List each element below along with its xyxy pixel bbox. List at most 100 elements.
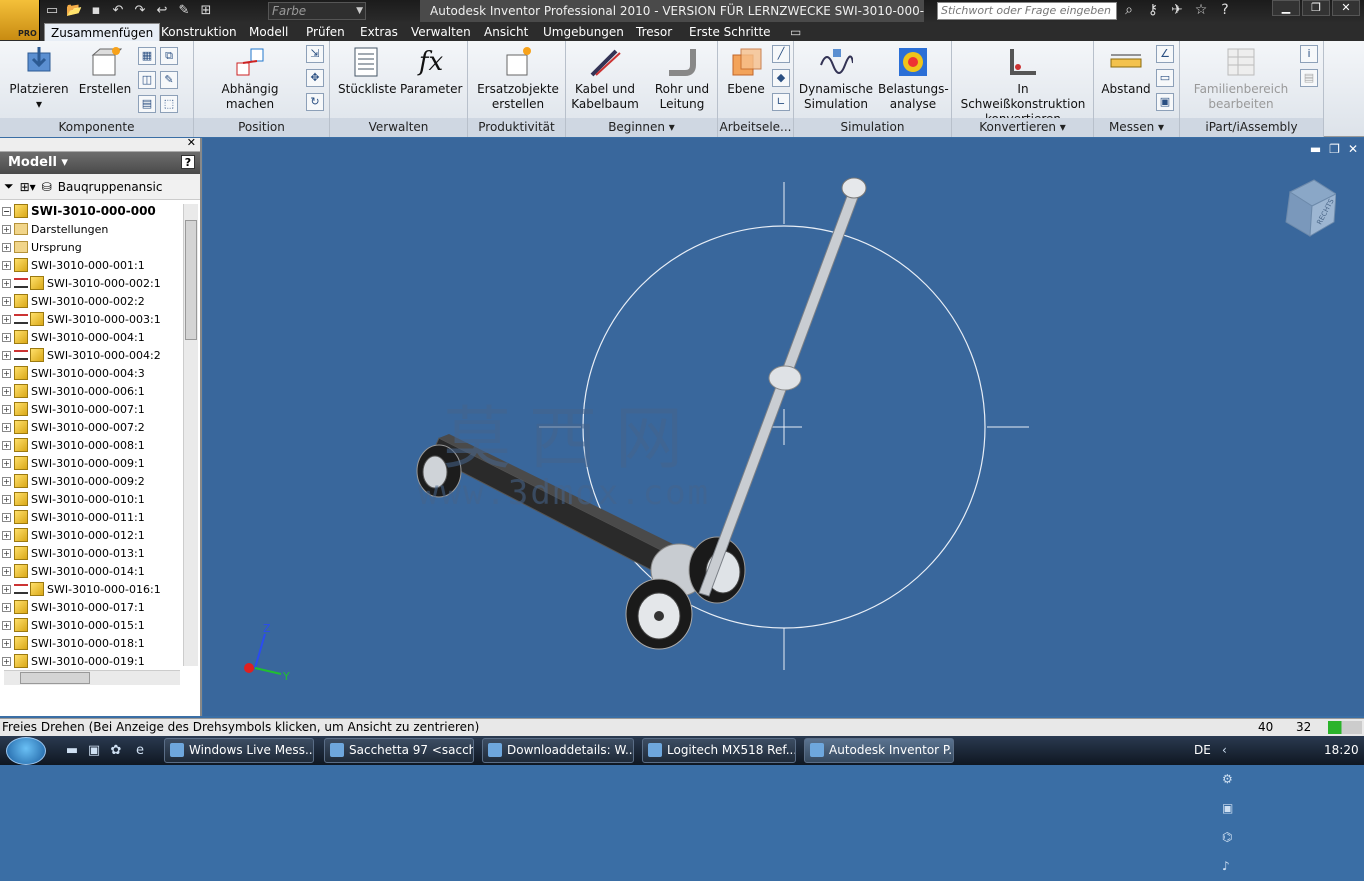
star-icon[interactable]: ☆ xyxy=(1192,2,1210,18)
tree-vertical-scrollbar[interactable] xyxy=(183,204,198,666)
work-point-icon[interactable]: ◆ xyxy=(772,69,790,87)
tree-item[interactable]: + SWI-3010-000-004:3 xyxy=(2,364,182,382)
scroll-thumb[interactable] xyxy=(20,672,90,684)
expand-icon[interactable]: + xyxy=(2,404,11,414)
media-icon[interactable]: ✿ xyxy=(108,743,124,759)
measure-area-icon[interactable]: ▣ xyxy=(1156,93,1174,111)
minimize-icon[interactable]: ▁ xyxy=(1272,0,1300,16)
binoculars-icon[interactable]: ⌕ xyxy=(1120,2,1138,18)
expand-icon[interactable]: + xyxy=(2,476,11,486)
new-file-icon[interactable]: ▭ xyxy=(44,3,60,19)
tab-ansicht[interactable]: Ansicht xyxy=(478,23,534,41)
stueckliste-button[interactable]: Stückliste xyxy=(338,45,396,97)
tree-item[interactable]: + SWI-3010-000-019:1 xyxy=(2,652,182,670)
ipart-create-icon[interactable]: i xyxy=(1300,45,1318,63)
tree-item[interactable]: + SWI-3010-000-018:1 xyxy=(2,634,182,652)
help-search-input[interactable]: Stichwort oder Frage eingeben xyxy=(937,2,1117,20)
tab-tresor[interactable]: Tresor xyxy=(630,23,678,41)
close-icon[interactable]: ✕ xyxy=(187,136,196,149)
tree-item[interactable]: + SWI-3010-000-017:1 xyxy=(2,598,182,616)
restore-icon[interactable]: ❐ xyxy=(1302,0,1330,16)
taskbar-button[interactable]: Logitech MX518 Ref... xyxy=(642,738,796,763)
start-button[interactable] xyxy=(6,737,46,765)
expand-icon[interactable]: + xyxy=(2,296,11,306)
tree-item[interactable]: + SWI-3010-000-009:1 xyxy=(2,454,182,472)
tab-verwalten[interactable]: Verwalten xyxy=(405,23,477,41)
show-desktop-icon[interactable]: ▬ xyxy=(64,743,80,759)
expand-icon[interactable]: + xyxy=(2,350,11,360)
tree-item[interactable]: + SWI-3010-000-006:1 xyxy=(2,382,182,400)
pattern-icon[interactable]: ▦ xyxy=(138,47,156,65)
expand-icon[interactable]: + xyxy=(2,638,11,648)
tree-item[interactable]: + SWI-3010-000-015:1 xyxy=(2,616,182,634)
tree-item[interactable]: + SWI-3010-000-014:1 xyxy=(2,562,182,580)
help-icon[interactable]: ? xyxy=(181,155,195,169)
expand-icon[interactable]: + xyxy=(2,620,11,630)
redo-icon[interactable]: ↷ xyxy=(132,3,148,19)
platzieren-button[interactable]: Platzieren ▾ xyxy=(8,45,70,112)
measure-loop-icon[interactable]: ▭ xyxy=(1156,69,1174,87)
ucs-icon[interactable]: ∟ xyxy=(772,93,790,111)
dynamische-simulation-button[interactable]: Dynamische Simulation xyxy=(798,45,874,112)
expand-icon[interactable]: + xyxy=(2,332,11,342)
tree-item[interactable]: + SWI-3010-000-008:1 xyxy=(2,436,182,454)
array-icon[interactable]: ▤ xyxy=(138,95,156,113)
assembly-view-dropdown[interactable]: Bauqruppenansic xyxy=(58,180,163,194)
measure-angle-icon[interactable]: ∠ xyxy=(1156,45,1174,63)
key-icon[interactable]: ⚷ xyxy=(1144,2,1162,18)
rohr-button[interactable]: Rohr und Leitung xyxy=(648,45,716,112)
filter-icon[interactable]: ⏷ xyxy=(4,179,14,194)
tab-zusammenfuegen[interactable]: Zusammenfügen xyxy=(44,23,161,41)
select-icon[interactable]: ⊞ xyxy=(198,3,214,19)
tree-item[interactable]: + SWI-3010-000-001:1 xyxy=(2,256,182,274)
collapse-icon[interactable]: − xyxy=(2,206,11,216)
undo-icon[interactable]: ↶ xyxy=(110,3,126,19)
taskbar-button[interactable]: Sacchetta 97 <sacch... xyxy=(324,738,474,763)
expand-icon[interactable]: + xyxy=(2,368,11,378)
tab-pruefen[interactable]: Prüfen xyxy=(300,23,351,41)
browser-title[interactable]: Modell ▾? xyxy=(0,152,200,174)
expand-icon[interactable]: + xyxy=(2,422,11,432)
tree-item[interactable]: + Ursprung xyxy=(2,238,182,256)
free-move-icon[interactable]: ✥ xyxy=(306,69,324,87)
tab-erste-schritte[interactable]: Erste Schritte xyxy=(683,23,777,41)
mirror-icon[interactable]: ◫ xyxy=(138,71,156,89)
tree-item[interactable]: + SWI-3010-000-013:1 xyxy=(2,544,182,562)
expand-icon[interactable]: + xyxy=(2,602,11,612)
tree-item[interactable]: + SWI-3010-000-007:2 xyxy=(2,418,182,436)
tree-horizontal-scrollbar[interactable] xyxy=(4,670,180,685)
close-icon[interactable]: ✕ xyxy=(1332,0,1360,16)
work-axis-icon[interactable]: ╱ xyxy=(772,45,790,63)
tree-item[interactable]: + SWI-3010-000-002:1 xyxy=(2,274,182,292)
shrinkwrap-icon[interactable]: ⬚ xyxy=(160,95,178,113)
taskbar-button[interactable]: Autodesk Inventor P... xyxy=(804,738,954,763)
tree-item[interactable]: + SWI-3010-000-011:1 xyxy=(2,508,182,526)
expand-icon[interactable]: + xyxy=(2,440,11,450)
tree-item[interactable]: + SWI-3010-000-004:2 xyxy=(2,346,182,364)
help-icon[interactable]: ? xyxy=(1216,2,1234,18)
expand-icon[interactable]: + xyxy=(2,314,11,324)
graphics-viewport[interactable]: ▬ ❐ ✕ RECHTS Z Y 莫西网 www.3dmox.com xyxy=(203,138,1364,716)
save-icon[interactable]: ▪ xyxy=(88,3,104,19)
expand-icon[interactable]: + xyxy=(2,386,11,396)
sketch-icon[interactable]: ✎ xyxy=(176,3,192,19)
expand-icon[interactable]: + xyxy=(2,494,11,504)
kabel-button[interactable]: Kabel und Kabelbaum xyxy=(570,45,640,112)
return-icon[interactable]: ↩ xyxy=(154,3,170,19)
ribbon-toggle-icon[interactable]: ▭ xyxy=(784,23,807,41)
copy-icon[interactable]: ⧉ xyxy=(160,47,178,65)
taskbar-button[interactable]: Windows Live Mess... xyxy=(164,738,314,763)
ipart-table-icon[interactable]: ▤ xyxy=(1300,69,1318,87)
tree-item[interactable]: + SWI-3010-000-010:1 xyxy=(2,490,182,508)
tree-item[interactable]: + SWI-3010-000-002:2 xyxy=(2,292,182,310)
clock[interactable]: 18:20 xyxy=(1324,736,1359,765)
expand-icon[interactable]: + xyxy=(2,566,11,576)
abstand-button[interactable]: Abstand xyxy=(1098,45,1154,97)
erstellen-button[interactable]: Erstellen xyxy=(76,45,134,97)
tree-view-icon[interactable]: ⊞▾ xyxy=(20,180,36,194)
language-indicator[interactable]: DE xyxy=(1194,736,1211,765)
open-folder-icon[interactable]: 📂 xyxy=(66,3,82,19)
tree-item[interactable]: + SWI-3010-000-009:2 xyxy=(2,472,182,490)
tree-root[interactable]: − SWI-3010-000-000 xyxy=(2,202,182,220)
tray-icons[interactable]: ‹ ⚙ ▣ ⌬ ♪ xyxy=(1222,736,1239,881)
